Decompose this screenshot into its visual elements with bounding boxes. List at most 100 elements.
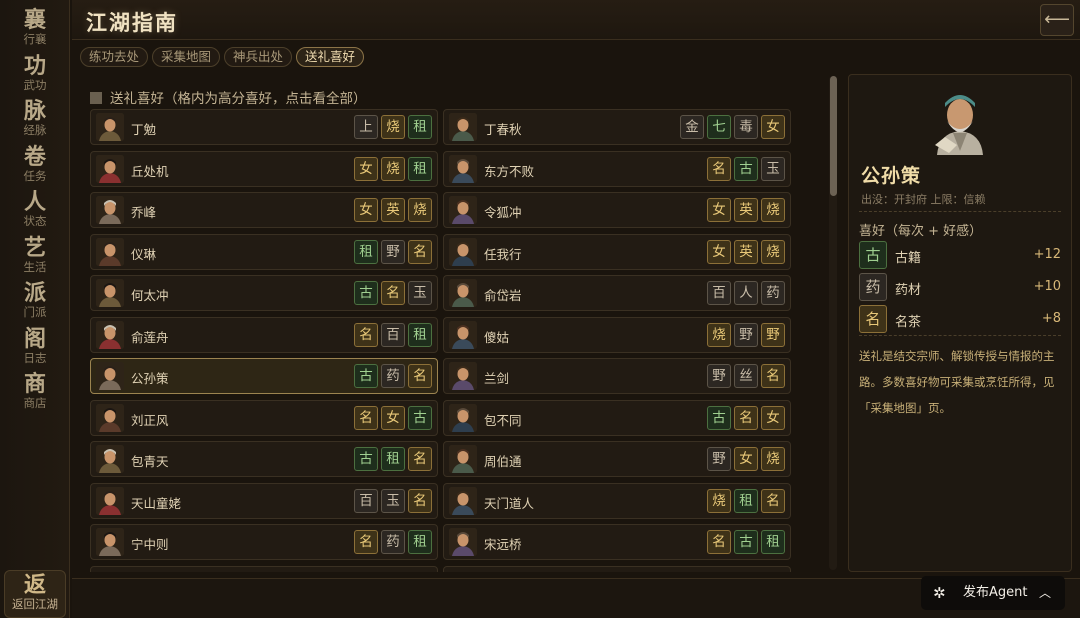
nav-label: 行襄 xyxy=(23,32,47,46)
gift-tag: 古 xyxy=(408,405,432,430)
preference-name: 名茶 xyxy=(895,315,922,330)
gift-tag: 女 xyxy=(707,198,731,222)
character-name: 天门道人 xyxy=(484,495,535,511)
character-card[interactable]: 宋远桥 名古租 xyxy=(443,524,791,560)
character-card[interactable]: 俞岱岩 百人药 xyxy=(443,275,791,311)
character-portrait xyxy=(449,486,477,515)
gift-tags: 女英烧 xyxy=(707,239,785,264)
nav-item-8[interactable]: 商商店 xyxy=(0,372,70,410)
nav-glyph: 功 xyxy=(23,52,46,79)
character-name: 俞莲舟 xyxy=(131,329,169,345)
character-name: 仪琳 xyxy=(131,246,157,262)
nav-item-7[interactable]: 阁日志 xyxy=(0,327,70,365)
character-card[interactable]: 兰剑 野丝名 xyxy=(443,358,791,394)
character-card[interactable]: 天山童姥 百玉名 xyxy=(90,482,438,519)
section-title-text: 送礼喜好（格内为高分喜好，点击看全部） xyxy=(110,91,367,107)
tab-1[interactable]: 采集地图 xyxy=(152,47,221,67)
character-card[interactable]: 包不同 古名女 xyxy=(443,399,791,436)
gift-tags: 上烧租 xyxy=(354,115,432,139)
character-name: 包不同 xyxy=(484,412,522,428)
back-button[interactable]: ⟵ xyxy=(1040,4,1074,36)
gift-preference-list: 送礼喜好（格内为高分喜好，点击看全部） 丁勉上烧租丁春秋金七毒女丘处机女烧租东方… xyxy=(80,74,840,572)
character-card[interactable]: 刘正风 名女古 xyxy=(90,399,438,436)
character-portrait xyxy=(927,85,993,155)
character-portrait xyxy=(449,320,477,349)
gift-tag: 毒 xyxy=(734,115,758,139)
gift-tags: 古租名 xyxy=(354,447,432,471)
nav-item-3[interactable]: 卷任务 xyxy=(0,145,70,183)
gift-tag: 药 xyxy=(381,364,405,388)
character-card-partial[interactable] xyxy=(90,565,438,572)
gift-tag: 药 xyxy=(859,273,887,301)
gift-tag: 租 xyxy=(354,239,378,264)
character-name: 傻姑 xyxy=(484,329,510,345)
preference-value: +12 xyxy=(1033,247,1061,262)
character-name: 兰剑 xyxy=(484,371,510,386)
character-card[interactable]: 天门道人 烧租名 xyxy=(443,482,791,519)
gift-tag: 烧 xyxy=(761,198,785,222)
gift-tag: 名 xyxy=(707,156,731,181)
character-card[interactable]: 乔峰 女英烧 xyxy=(90,192,438,228)
character-portrait xyxy=(449,279,477,307)
gift-tag: 租 xyxy=(408,115,432,139)
gift-tag: 百 xyxy=(354,488,378,513)
character-card[interactable]: 包青天 古租名 xyxy=(90,441,438,477)
character-card[interactable]: 周伯通 野女烧 xyxy=(443,441,791,477)
gift-tags: 女烧租 xyxy=(354,156,432,181)
gift-tag: 玉 xyxy=(381,488,405,513)
character-card[interactable]: 公孙策 古药名 xyxy=(90,358,438,394)
gift-tags: 烧野野 xyxy=(707,322,785,347)
tab-3[interactable]: 送礼喜好 xyxy=(296,47,365,67)
gift-tag: 烧 xyxy=(761,239,785,264)
character-card[interactable]: 丘处机 女烧租 xyxy=(90,150,438,187)
nav-item-4[interactable]: 人状态 xyxy=(0,190,70,228)
gift-tags: 野女烧 xyxy=(707,447,785,471)
nav-item-2[interactable]: 脉经脉 xyxy=(0,99,70,137)
gift-tag: 古 xyxy=(734,156,758,181)
nav-item-0[interactable]: 襄行襄 xyxy=(0,8,70,46)
character-card-partial[interactable] xyxy=(443,565,791,572)
gift-tag: 药 xyxy=(381,530,405,554)
character-card[interactable]: 令狐冲 女英烧 xyxy=(443,192,791,228)
character-card[interactable]: 仪琳 租野名 xyxy=(90,233,438,270)
character-name: 宋远桥 xyxy=(484,537,522,552)
gift-tag: 名 xyxy=(707,530,731,554)
character-card[interactable]: 任我行 女英烧 xyxy=(443,233,791,270)
nav-glyph: 艺 xyxy=(23,234,46,261)
scrollbar-thumb[interactable] xyxy=(830,76,837,196)
gift-tags: 野丝名 xyxy=(707,364,785,388)
tab-0[interactable]: 练功去处 xyxy=(80,47,149,67)
return-glyph: 返 xyxy=(23,572,46,598)
gift-tag: 英 xyxy=(734,198,758,222)
character-name: 周伯通 xyxy=(484,454,522,469)
publish-agent-button[interactable]: ✲ 发布Agent ︿ xyxy=(921,576,1065,610)
character-card[interactable]: 丁春秋 金七毒女 xyxy=(443,109,791,145)
arrow-left-icon: ⟵ xyxy=(1044,9,1070,30)
gift-tag: 古 xyxy=(707,405,731,430)
character-portrait xyxy=(449,196,477,224)
character-card[interactable]: 傻姑 烧野野 xyxy=(443,316,791,353)
gift-tag: 古 xyxy=(354,447,378,471)
character-portrait xyxy=(449,403,477,432)
gift-tag: 租 xyxy=(408,322,432,347)
character-card[interactable]: 东方不败 名古玉 xyxy=(443,150,791,187)
character-card[interactable]: 宁中则 名药租 xyxy=(90,524,438,560)
nav-label: 日志 xyxy=(23,350,47,365)
gift-tag: 名 xyxy=(761,488,785,513)
preference-value: +8 xyxy=(1041,311,1061,326)
preference-row: 古古籍 +12 xyxy=(859,241,1061,269)
gift-tag: 名 xyxy=(354,322,378,347)
nav-item-6[interactable]: 派门派 xyxy=(0,281,70,319)
character-name: 刘正风 xyxy=(131,412,169,428)
character-card[interactable]: 丁勉 上烧租 xyxy=(90,109,438,145)
nav-item-5[interactable]: 艺生活 xyxy=(0,236,70,274)
character-card[interactable]: 何太冲 古名玉 xyxy=(90,275,438,311)
character-card[interactable]: 俞莲舟 名百租 xyxy=(90,316,438,353)
tab-2[interactable]: 神兵出处 xyxy=(224,47,293,67)
character-portrait xyxy=(96,486,124,515)
character-portrait xyxy=(96,154,124,183)
return-jianghu-button[interactable]: 返 返回江湖 xyxy=(4,570,66,618)
return-label: 返回江湖 xyxy=(12,597,58,611)
nav-item-1[interactable]: 功武功 xyxy=(0,54,70,92)
preference-row: 名名茶 +8 xyxy=(859,305,1061,333)
